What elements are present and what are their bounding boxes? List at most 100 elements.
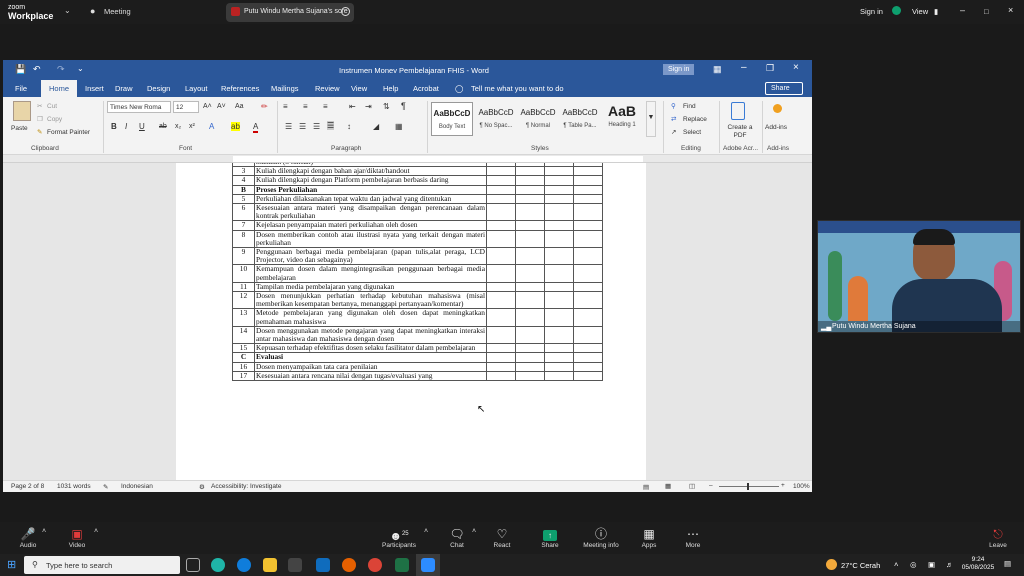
view-button[interactable]: View xyxy=(912,7,928,16)
font-size-box[interactable]: 12 xyxy=(173,101,199,113)
row-number-cell[interactable]: 14 xyxy=(232,325,255,345)
share-screen-tab[interactable]: Putu Windu Mertha Sujana's scre xyxy=(226,3,354,22)
save-icon[interactable]: 💾 xyxy=(15,64,26,75)
minimize-icon[interactable]: – xyxy=(960,5,965,15)
align-center-icon[interactable]: ☰ xyxy=(299,122,306,131)
shading-icon[interactable]: ◢ xyxy=(373,122,379,131)
tray-chevron-icon[interactable]: ˄ xyxy=(894,560,898,569)
zoom-slider-thumb[interactable] xyxy=(747,483,749,490)
subscript-icon[interactable]: x₂ xyxy=(175,123,181,130)
styles-more-icon[interactable]: ▼ xyxy=(646,101,656,137)
apps-button[interactable]: ▦ Apps xyxy=(624,526,674,549)
bold-icon[interactable]: B xyxy=(111,122,117,131)
rating-cell[interactable] xyxy=(515,264,545,283)
rating-cell[interactable] xyxy=(544,343,574,354)
text-effects-icon[interactable]: A xyxy=(209,122,214,131)
criteria-cell[interactable]: Kejelasan penyampaian materi perkuliahan… xyxy=(254,220,487,231)
rating-cell[interactable] xyxy=(544,220,574,231)
justify-icon[interactable]: ☰ xyxy=(327,121,335,130)
rating-cell[interactable] xyxy=(573,361,603,372)
row-number-cell[interactable]: 13 xyxy=(232,308,255,327)
menu-references[interactable]: References xyxy=(221,84,259,93)
show-marks-icon[interactable]: ¶ xyxy=(401,101,406,111)
menu-mailings[interactable]: Mailings xyxy=(271,84,299,93)
chrome-icon[interactable] xyxy=(368,558,382,572)
menu-acrobat[interactable]: Acrobat xyxy=(413,84,439,93)
rating-cell[interactable] xyxy=(544,352,574,363)
rating-cell[interactable] xyxy=(486,264,516,283)
ribbon-display-icon[interactable]: ▦ xyxy=(713,64,722,75)
rating-cell[interactable] xyxy=(573,370,603,382)
rating-cell[interactable] xyxy=(544,166,574,177)
react-button[interactable]: ♡ React xyxy=(477,526,527,549)
criteria-cell[interactable]: Dosen menyampaikan tata cara penilaian xyxy=(254,361,487,372)
clock[interactable]: 9:24 05/08/2025 xyxy=(958,556,998,572)
rating-cell[interactable] xyxy=(544,229,574,249)
row-number-cell[interactable]: 9 xyxy=(232,247,255,266)
change-case-icon[interactable]: Aa xyxy=(235,103,244,110)
criteria-cell[interactable]: Dosen menunjukkan perhatian terhadap keb… xyxy=(254,291,487,310)
style-no-spacing[interactable]: AaBbCcD ¶ No Spac... xyxy=(475,102,517,136)
zoom-slider[interactable] xyxy=(719,486,779,487)
underline-icon[interactable]: U xyxy=(139,122,145,131)
rating-cell[interactable] xyxy=(486,229,516,249)
rating-cell[interactable] xyxy=(515,281,545,293)
rating-cell[interactable] xyxy=(544,325,574,345)
increase-indent-icon[interactable]: ⇥ xyxy=(365,102,372,111)
copilot-icon[interactable] xyxy=(211,558,225,572)
customize-icon[interactable]: ⌄ xyxy=(77,64,84,73)
rating-cell[interactable] xyxy=(573,264,603,283)
row-number-cell[interactable]: 8 xyxy=(232,229,255,249)
menu-insert[interactable]: Insert xyxy=(85,84,104,93)
criteria-cell[interactable]: Kesesuaian antara materi yang disampaika… xyxy=(254,203,487,222)
more-button[interactable]: ⋯ More xyxy=(668,526,718,549)
criteria-cell[interactable]: Kesesuaian antara rencana nilai dengan t… xyxy=(254,370,487,382)
windows-start-icon[interactable]: ⊞ xyxy=(7,558,16,571)
proofing-icon[interactable]: ✎ xyxy=(103,483,108,491)
store-icon[interactable] xyxy=(288,558,302,572)
menu-file[interactable]: File xyxy=(15,84,27,93)
rating-cell[interactable] xyxy=(486,352,516,363)
criteria-cell[interactable]: Dosen menggunakan metode pengajaran yang… xyxy=(254,325,487,345)
web-layout-icon[interactable]: ◫ xyxy=(689,482,695,490)
rating-cell[interactable] xyxy=(515,184,545,195)
chevron-down-icon[interactable]: ⌄ xyxy=(64,6,71,15)
select-button[interactable]: Select xyxy=(683,129,701,136)
criteria-cell[interactable]: Metode pembelajaran yang digunakan oleh … xyxy=(254,308,487,327)
rating-cell[interactable] xyxy=(573,229,603,249)
style-body-text[interactable]: AaBbCcD Body Text xyxy=(431,102,473,136)
rating-cell[interactable] xyxy=(515,220,545,231)
criteria-cell[interactable]: Evaluasi xyxy=(254,352,487,363)
paste-button[interactable]: Paste xyxy=(11,125,28,132)
rating-cell[interactable] xyxy=(515,247,545,266)
document-page[interactable]: makalah (3 tulisan)3Kuliah dilengkapi de… xyxy=(176,163,646,480)
style-table-paragraph[interactable]: AaBbCcD ¶ Table Pa... xyxy=(559,102,601,136)
numbering-icon[interactable]: ≡ xyxy=(303,102,308,111)
menu-layout[interactable]: Layout xyxy=(185,84,208,93)
menu-draw[interactable]: Draw xyxy=(115,84,133,93)
rating-cell[interactable] xyxy=(544,370,574,382)
firefox-icon[interactable] xyxy=(342,558,356,572)
rating-cell[interactable] xyxy=(515,325,545,345)
weather-text[interactable]: 27°C Cerah xyxy=(841,561,880,570)
rating-cell[interactable] xyxy=(544,308,574,327)
align-right-icon[interactable]: ☰ xyxy=(313,122,320,131)
menu-home[interactable]: Home xyxy=(41,80,77,97)
rating-cell[interactable] xyxy=(573,281,603,293)
add-ins-button[interactable]: Add-ins xyxy=(765,124,787,131)
language[interactable]: Indonesian xyxy=(121,483,153,490)
bullets-icon[interactable]: ≡ xyxy=(283,102,288,111)
font-name-box[interactable]: Times New Roma xyxy=(107,101,171,113)
document-area[interactable]: makalah (3 tulisan)3Kuliah dilengkapi de… xyxy=(3,163,812,480)
tell-me-box[interactable]: Tell me what you want to do xyxy=(471,84,564,93)
rating-cell[interactable] xyxy=(573,291,603,310)
participants-options-icon[interactable]: ˄ xyxy=(424,528,428,535)
rating-cell[interactable] xyxy=(486,175,516,186)
word-restore-icon[interactable]: ❐ xyxy=(766,63,774,74)
rating-cell[interactable] xyxy=(515,229,545,249)
rating-cell[interactable] xyxy=(573,184,603,195)
strikethrough-icon[interactable]: ab xyxy=(159,123,167,130)
rating-cell[interactable] xyxy=(486,193,516,205)
menu-design[interactable]: Design xyxy=(147,84,170,93)
close-icon[interactable]: × xyxy=(1008,5,1013,15)
